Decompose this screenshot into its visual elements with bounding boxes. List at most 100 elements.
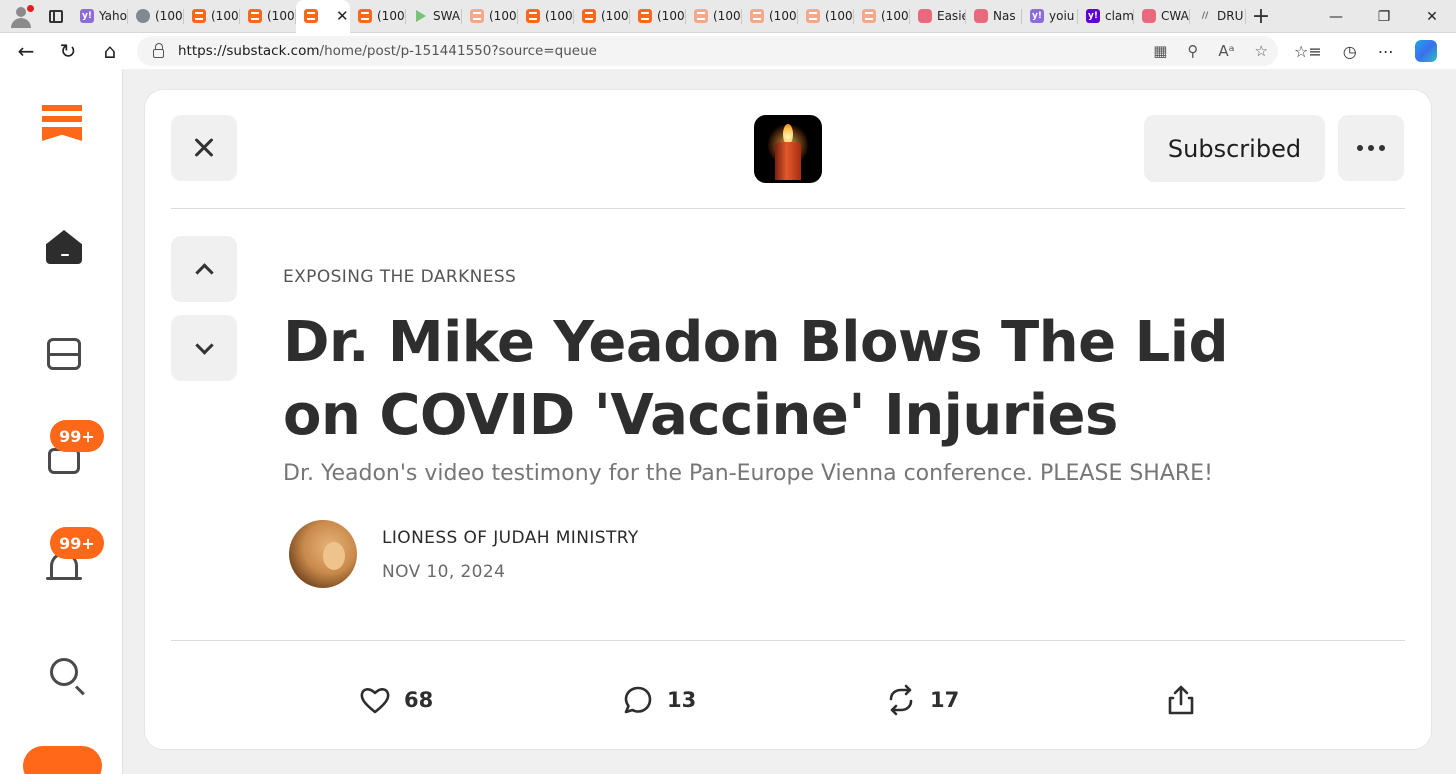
create-button[interactable]	[23, 746, 102, 774]
browser-tab[interactable]: (100	[798, 0, 854, 33]
tab-label: (100	[713, 9, 741, 23]
close-post-button[interactable]	[171, 115, 237, 181]
browser-tab[interactable]: (100	[462, 0, 518, 33]
browser-tab[interactable]: (100	[854, 0, 910, 33]
browser-tab[interactable]: (100	[240, 0, 296, 33]
author-avatar[interactable]	[289, 520, 357, 588]
tab-label: (100	[211, 9, 239, 23]
tab-actions-menu-icon[interactable]	[40, 0, 72, 33]
browser-tab-active[interactable]: ✕	[296, 0, 350, 33]
chat-badge: 99+	[50, 420, 104, 452]
substack-icon	[582, 9, 596, 23]
browser-tab[interactable]: CWA	[1134, 0, 1190, 33]
app-available-icon[interactable]: ▦	[1153, 42, 1167, 60]
browser-tab[interactable]: SWA	[406, 0, 462, 33]
browser-tab[interactable]: // DRU	[1190, 0, 1246, 33]
tab-label: Yaho	[99, 9, 127, 23]
substack-icon	[192, 9, 206, 23]
browser-tab[interactable]: (100	[128, 0, 184, 33]
author-name[interactable]: LIONESS OF JUDAH MINISTRY	[382, 528, 639, 548]
home-nav-icon[interactable]	[44, 227, 84, 267]
comment-count: 13	[667, 688, 697, 712]
inbox-icon[interactable]	[44, 334, 84, 374]
new-tab-button[interactable]: +	[1246, 0, 1276, 33]
publication-logo[interactable]	[754, 115, 822, 183]
address-bar[interactable]: https://substack.com/home/post/p-1514415…	[137, 36, 1278, 66]
tab-list: y! Yaho (100 (100 (100 ✕ (100 SWA (100 (100 (100 (1…	[72, 0, 1246, 33]
refresh-icon[interactable]: ↻	[47, 33, 89, 69]
header-divider	[171, 208, 1405, 209]
more-options-button[interactable]	[1338, 115, 1404, 181]
tab-label: (100	[489, 9, 517, 23]
tab-label: clam	[1105, 9, 1134, 23]
restore-icon[interactable]: ❐	[1360, 0, 1408, 33]
favorites-icon[interactable]: ☆≡	[1294, 42, 1322, 61]
tab-label: (100	[155, 9, 183, 23]
substack-logo-icon[interactable]	[42, 105, 82, 150]
zoom-icon[interactable]: ⚲	[1187, 42, 1198, 60]
comment-button[interactable]: 13	[622, 675, 696, 725]
profile-icon[interactable]	[0, 0, 40, 33]
like-count: 68	[404, 688, 434, 712]
favorite-star-icon[interactable]: ☆	[1255, 42, 1268, 60]
next-post-button[interactable]	[171, 315, 237, 381]
lock-icon[interactable]	[153, 42, 164, 58]
browser-tab[interactable]: y! Yaho	[72, 0, 128, 33]
tab-label: SWA	[433, 9, 461, 23]
restack-icon	[889, 684, 913, 716]
browser-tab[interactable]: (100	[630, 0, 686, 33]
browser-tab-strip: y! Yaho (100 (100 (100 ✕ (100 SWA (100 (100 (100 (1…	[0, 0, 1456, 33]
post-title: Dr. Mike Yeadon Blows The Lid on COVID '…	[283, 310, 1229, 448]
subscribed-button[interactable]: Subscribed	[1144, 115, 1325, 182]
copilot-icon[interactable]	[1414, 40, 1437, 62]
minimize-icon[interactable]: —	[1312, 0, 1360, 33]
share-button[interactable]	[1165, 675, 1197, 725]
browser-tab[interactable]: (100	[518, 0, 574, 33]
browser-tab[interactable]: (100	[350, 0, 406, 33]
yahoo-icon: y!	[1030, 9, 1044, 23]
substack-icon	[638, 9, 652, 23]
like-button[interactable]: 68	[359, 675, 433, 725]
tab-label: (100	[545, 9, 573, 23]
substack-icon	[750, 9, 764, 23]
more-icon	[1357, 145, 1385, 151]
dr-icon: //	[1201, 11, 1209, 21]
tab-label: (100	[377, 9, 405, 23]
home-icon[interactable]: ⌂	[89, 33, 131, 69]
browser-right-tools: ☆≡ ◷ ⋯	[1294, 33, 1437, 69]
tab-label: CWA	[1161, 9, 1189, 23]
browser-tab[interactable]: (100	[184, 0, 240, 33]
browser-tab[interactable]: y! yoiu	[1022, 0, 1078, 33]
tab-label: (100	[601, 9, 629, 23]
browser-tab[interactable]: (100	[686, 0, 742, 33]
substack-icon	[358, 9, 372, 23]
substack-sidebar: 99+ 99+	[0, 69, 123, 774]
notifications-badge: 99+	[50, 527, 104, 559]
browser-tab[interactable]: (100	[742, 0, 798, 33]
history-icon[interactable]: ◷	[1343, 42, 1357, 61]
post-section-label[interactable]: EXPOSING THE DARKNESS	[283, 267, 516, 287]
substack-icon	[694, 9, 708, 23]
url-host: https://substack.com	[178, 43, 320, 59]
read-aloud-icon[interactable]: Aᵃ	[1218, 42, 1234, 60]
close-tab-icon[interactable]: ✕	[336, 7, 349, 25]
browser-tab[interactable]: (100	[574, 0, 630, 33]
previous-post-button[interactable]	[171, 236, 237, 302]
restack-button[interactable]: 17	[885, 675, 959, 725]
settings-more-icon[interactable]: ⋯	[1378, 42, 1394, 61]
tab-label: (100	[881, 9, 909, 23]
browser-tab[interactable]: Nas	[966, 0, 1022, 33]
search-icon[interactable]	[44, 652, 84, 692]
browser-tab[interactable]: y! clam	[1078, 0, 1134, 33]
browser-tab[interactable]: Easie	[910, 0, 966, 33]
heart-icon	[360, 688, 390, 714]
substack-icon	[806, 9, 820, 23]
substack-icon	[526, 9, 540, 23]
tab-label: DRU	[1217, 9, 1244, 23]
close-window-icon[interactable]: ✕	[1408, 0, 1456, 33]
restack-count: 17	[930, 688, 960, 712]
address-bar-tools: ▦ ⚲ Aᵃ ☆	[1153, 36, 1268, 66]
globe-icon	[136, 9, 150, 23]
back-icon[interactable]: ←	[5, 33, 47, 69]
youtube-icon	[1142, 9, 1156, 23]
